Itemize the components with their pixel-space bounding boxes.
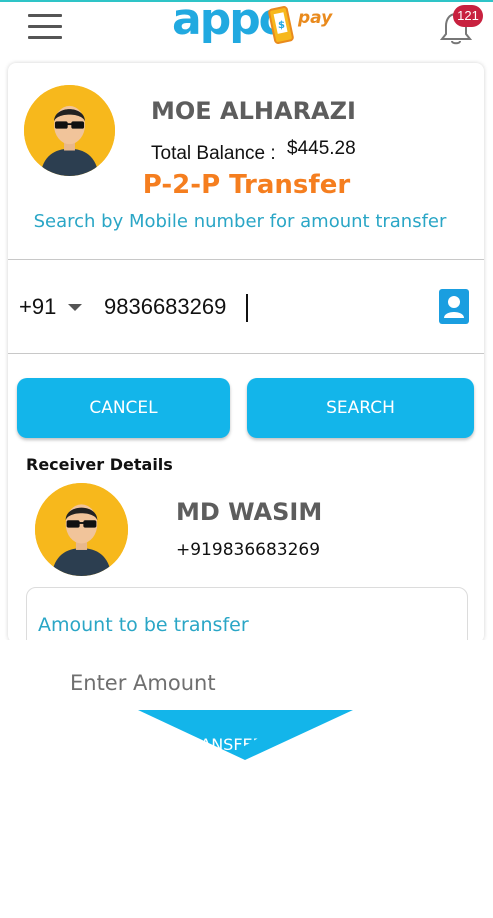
receiver-avatar-icon	[35, 483, 128, 576]
contacts-button[interactable]	[439, 289, 469, 324]
svg-text:$: $	[278, 20, 285, 31]
divider-bottom	[8, 353, 484, 354]
page-subtitle: Search by Mobile number for amount trans…	[33, 211, 447, 232]
receiver-details-heading: Receiver Details	[26, 455, 173, 474]
transfer-button[interactable]	[108, 700, 383, 760]
top-app-bar: appo $ pay 121	[0, 0, 493, 54]
app-logo: appo $ pay	[172, 0, 333, 52]
chevron-down-icon[interactable]	[68, 304, 82, 311]
country-code-select[interactable]: +91	[19, 294, 56, 320]
logo-subtext: pay	[298, 8, 333, 28]
cancel-button[interactable]: CANCEL	[17, 378, 230, 438]
amount-label: Amount to be transfer	[38, 614, 249, 636]
receiver-phone: +919836683269	[176, 540, 321, 560]
balance-amount: $445.28	[287, 138, 356, 159]
divider-top	[8, 259, 484, 260]
user-avatar	[24, 85, 115, 176]
search-button[interactable]: SEARCH	[247, 378, 474, 438]
phone-logo-icon: $	[268, 6, 294, 44]
page-title: P-2-P Transfer	[142, 170, 351, 200]
mobile-number-input[interactable]	[104, 292, 404, 322]
user-name: MOE ALHARAZI	[151, 97, 356, 125]
receiver-name: MD WASIM	[176, 498, 323, 526]
menu-icon[interactable]	[28, 14, 62, 39]
user-avatar-icon	[24, 85, 115, 176]
contact-person-icon	[444, 296, 464, 318]
balance-label: Total Balance :	[151, 143, 276, 164]
receiver-avatar	[35, 483, 128, 576]
text-cursor	[246, 294, 248, 322]
notification-badge: 121	[453, 5, 483, 27]
amount-input[interactable]	[70, 668, 370, 698]
